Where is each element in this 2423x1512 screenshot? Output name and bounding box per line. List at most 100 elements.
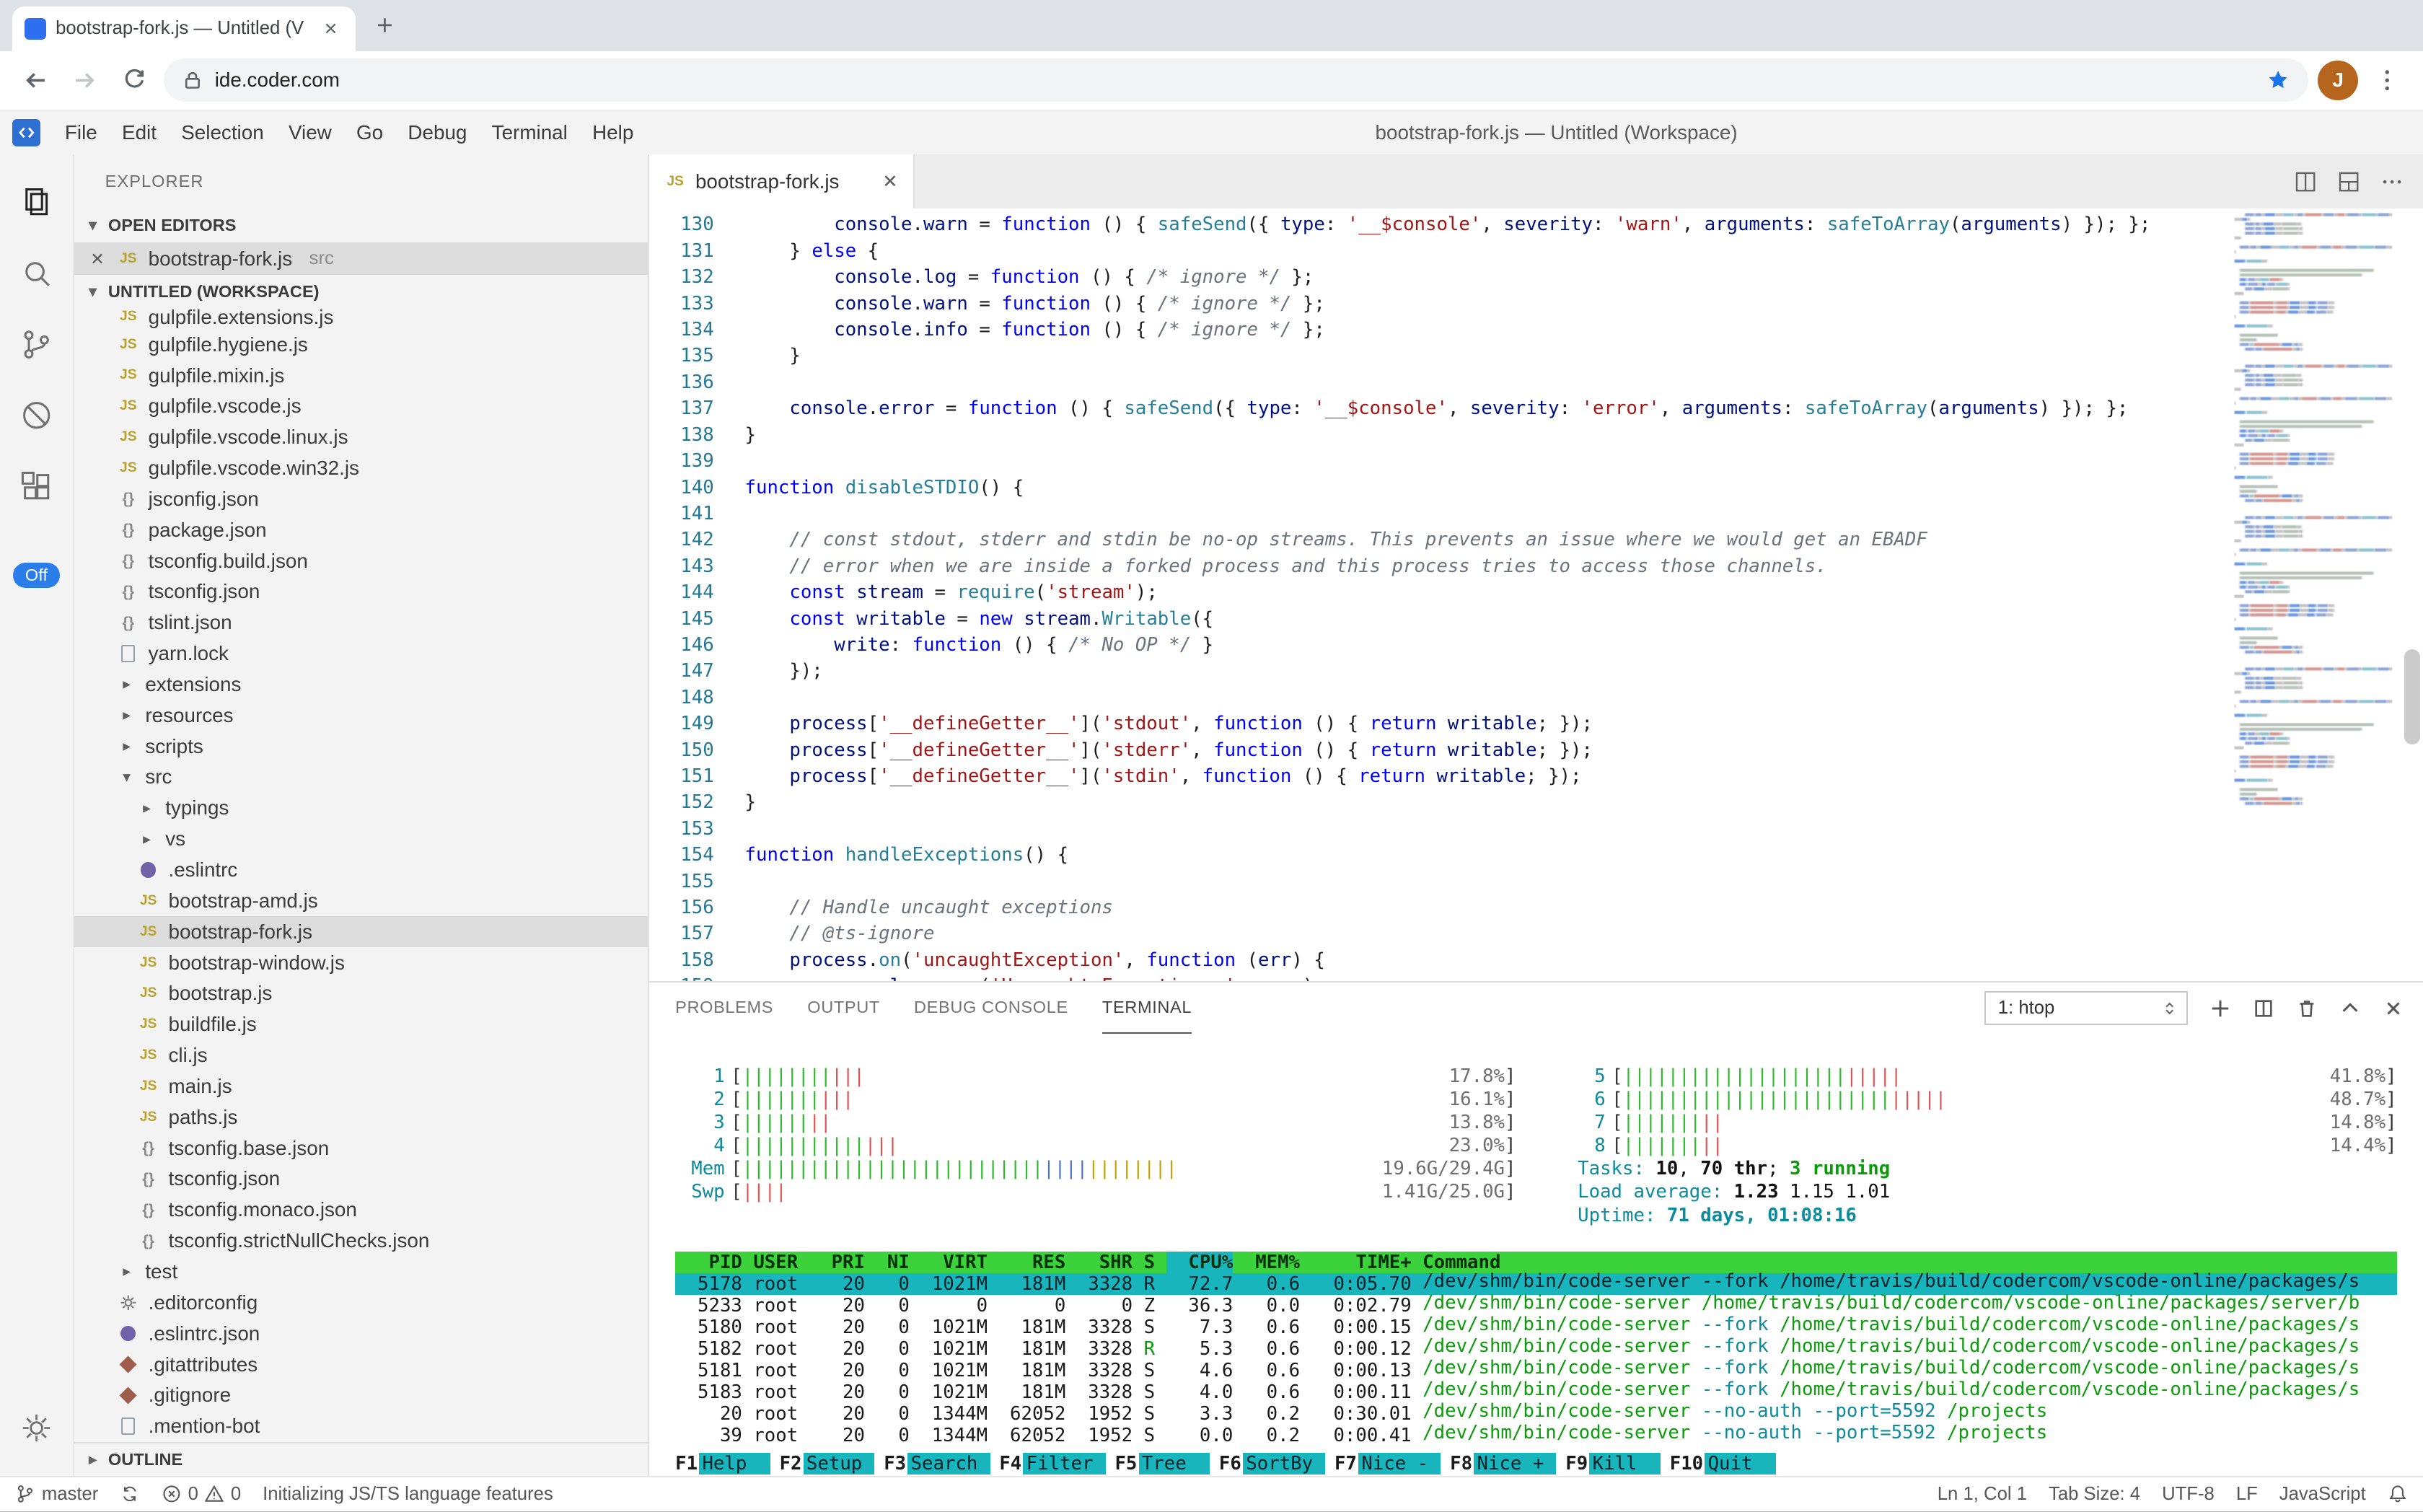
source-control-icon[interactable]	[0, 309, 74, 380]
tree-item-gulpfile.vscode.js[interactable]: JSgulpfile.vscode.js	[74, 391, 648, 422]
fkey-F4[interactable]: F4	[990, 1453, 1024, 1474]
menu-terminal[interactable]: Terminal	[480, 117, 580, 149]
fkey-F8[interactable]: F8	[1441, 1453, 1474, 1474]
gear-icon[interactable]	[0, 1392, 74, 1464]
terminal[interactable]: 1[|||||||||||17.8%]2[||||||||||16.1%]3[|…	[649, 1034, 2423, 1476]
tree-item-tsconfig.strictNullChecks.json[interactable]: {}tsconfig.strictNullChecks.json	[74, 1226, 648, 1257]
tree-item-tsconfig.json[interactable]: {}tsconfig.json	[74, 1164, 648, 1195]
menu-file[interactable]: File	[53, 117, 110, 149]
fkey-label-F8[interactable]: Nice +	[1474, 1453, 1556, 1474]
tree-item-bootstrap-window.js[interactable]: JSbootstrap-window.js	[74, 947, 648, 978]
profile-avatar[interactable]: J	[2318, 61, 2358, 101]
close-icon[interactable]: ✕	[882, 171, 898, 193]
address-bar[interactable]: ide.coder.com	[164, 58, 2308, 102]
editor-tab[interactable]: JS bootstrap-fork.js ✕	[649, 154, 915, 208]
menu-go[interactable]: Go	[344, 117, 395, 149]
tab-size[interactable]: Tab Size: 4	[2049, 1484, 2140, 1505]
fkey-F2[interactable]: F2	[770, 1453, 804, 1474]
fkey-F1[interactable]: F1	[675, 1453, 699, 1474]
fkey-F7[interactable]: F7	[1325, 1453, 1358, 1474]
tree-item-package.json[interactable]: {}package.json	[74, 514, 648, 545]
panel-tab-debug-console[interactable]: DEBUG CONSOLE	[914, 983, 1068, 1034]
menu-view[interactable]: View	[276, 117, 344, 149]
encoding[interactable]: UTF-8	[2162, 1484, 2215, 1505]
outline-header[interactable]: ▸ OUTLINE	[74, 1442, 648, 1476]
bookmark-star-icon[interactable]	[2266, 68, 2290, 92]
editor-scrollbar[interactable]	[2401, 208, 2423, 981]
open-editors-header[interactable]: ▾ OPEN EDITORS	[74, 208, 648, 242]
panel-tab-terminal[interactable]: TERMINAL	[1102, 983, 1192, 1034]
tree-item-tsconfig.json[interactable]: {}tsconfig.json	[74, 576, 648, 607]
browser-menu-icon[interactable]	[2367, 61, 2408, 101]
browser-tab[interactable]: bootstrap-fork.js — Untitled (V ✕	[12, 6, 356, 51]
tree-item-tsconfig.build.json[interactable]: {}tsconfig.build.json	[74, 545, 648, 576]
forward-icon[interactable]	[65, 61, 105, 101]
tree-item-.eslintrc.json[interactable]: .eslintrc.json	[74, 1318, 648, 1349]
sync-button[interactable]	[120, 1484, 140, 1504]
tree-item-tslint.json[interactable]: {}tslint.json	[74, 607, 648, 638]
search-icon[interactable]	[0, 238, 74, 309]
panel-tab-problems[interactable]: PROBLEMS	[675, 983, 773, 1034]
tree-item-bootstrap-amd.js[interactable]: JSbootstrap-amd.js	[74, 885, 648, 916]
tree-item-gulpfile.vscode.win32.js[interactable]: JSgulpfile.vscode.win32.js	[74, 453, 648, 484]
tree-item-cli.js[interactable]: JScli.js	[74, 1040, 648, 1071]
fkey-F10[interactable]: F10	[1661, 1453, 1705, 1474]
tree-item-gulpfile.hygiene.js[interactable]: JSgulpfile.hygiene.js	[74, 329, 648, 360]
tree-item-.eslintrc[interactable]: .eslintrc	[74, 855, 648, 886]
language-mode[interactable]: JavaScript	[2279, 1484, 2366, 1505]
off-toggle-badge[interactable]: Off	[13, 563, 60, 589]
tree-item-paths.js[interactable]: JSpaths.js	[74, 1102, 648, 1133]
new-terminal-icon[interactable]	[2209, 998, 2231, 1019]
tree-item-tsconfig.monaco.json[interactable]: {}tsconfig.monaco.json	[74, 1195, 648, 1226]
fkey-F6[interactable]: F6	[1210, 1453, 1243, 1474]
minimap[interactable]	[2228, 208, 2401, 981]
extensions-icon[interactable]	[0, 451, 74, 522]
menu-debug[interactable]: Debug	[395, 117, 479, 149]
panel-tab-output[interactable]: OUTPUT	[807, 983, 880, 1034]
explorer-icon[interactable]	[0, 167, 74, 238]
back-icon[interactable]	[15, 61, 56, 101]
cursor-position[interactable]: Ln 1, Col 1	[1938, 1484, 2027, 1505]
tree-item-typings[interactable]: ▸typings	[74, 793, 648, 824]
tab-close-icon[interactable]: ✕	[318, 19, 343, 39]
open-editor-item[interactable]: ✕ JS bootstrap-fork.js src	[74, 242, 648, 275]
tree-item-tsconfig.base.json[interactable]: {}tsconfig.base.json	[74, 1133, 648, 1164]
tree-item-.gitignore[interactable]: .gitignore	[74, 1380, 648, 1411]
fkey-label-F1[interactable]: Help	[699, 1453, 770, 1474]
terminal-picker[interactable]: 1: htop	[1984, 991, 2189, 1025]
tree-item-gulpfile.mixin.js[interactable]: JSgulpfile.mixin.js	[74, 360, 648, 391]
tree-item-jsconfig.json[interactable]: {}jsconfig.json	[74, 483, 648, 514]
tree-item-bootstrap-fork.js[interactable]: JSbootstrap-fork.js	[74, 916, 648, 947]
tree-item-extensions[interactable]: ▸extensions	[74, 669, 648, 700]
workspace-header[interactable]: ▾ UNTITLED (WORKSPACE)	[74, 275, 648, 309]
fkey-label-F5[interactable]: Tree	[1139, 1453, 1210, 1474]
tree-item-src[interactable]: ▾src	[74, 762, 648, 793]
fkey-F9[interactable]: F9	[1556, 1453, 1589, 1474]
fkey-label-F10[interactable]: Quit	[1705, 1453, 1776, 1474]
fkey-label-F7[interactable]: Nice -	[1358, 1453, 1441, 1474]
menu-selection[interactable]: Selection	[169, 117, 276, 149]
tree-item-gulpfile.vscode.linux.js[interactable]: JSgulpfile.vscode.linux.js	[74, 422, 648, 453]
menu-help[interactable]: Help	[580, 117, 646, 149]
editor-layout-icon[interactable]	[2336, 170, 2361, 194]
new-tab-button[interactable]: +	[365, 6, 405, 47]
branch-indicator[interactable]: master	[15, 1484, 98, 1505]
menu-edit[interactable]: Edit	[110, 117, 169, 149]
tree-item-vs[interactable]: ▸vs	[74, 824, 648, 855]
tree-item-resources[interactable]: ▸resources	[74, 700, 648, 731]
debug-icon[interactable]	[0, 380, 74, 452]
maximize-panel-icon[interactable]	[2339, 998, 2361, 1019]
fkey-label-F6[interactable]: SortBy	[1243, 1453, 1325, 1474]
tree-item-.gitattributes[interactable]: .gitattributes	[74, 1349, 648, 1380]
split-terminal-icon[interactable]	[2253, 998, 2274, 1019]
split-editor-icon[interactable]	[2293, 170, 2318, 194]
tree-item-test[interactable]: ▸test	[74, 1257, 648, 1288]
problems-indicator[interactable]: 0 0	[162, 1484, 241, 1505]
scrollbar-thumb[interactable]	[2404, 649, 2419, 745]
notifications-bell[interactable]	[2388, 1484, 2408, 1504]
fkey-label-F2[interactable]: Setup	[804, 1453, 875, 1474]
kill-terminal-icon[interactable]	[2296, 998, 2318, 1019]
close-icon[interactable]: ✕	[87, 249, 108, 269]
fkey-F5[interactable]: F5	[1106, 1453, 1139, 1474]
code-editor[interactable]: 1301311321331341351361371381391401411421…	[649, 208, 2423, 981]
